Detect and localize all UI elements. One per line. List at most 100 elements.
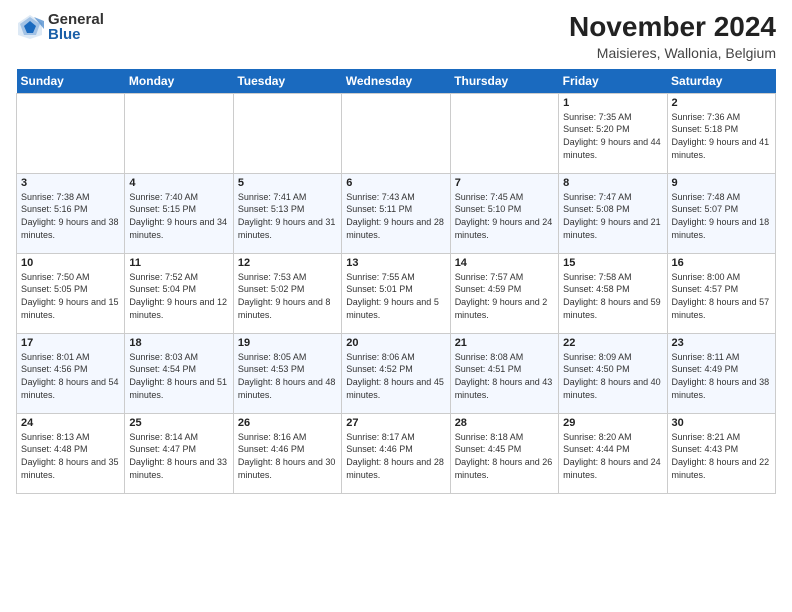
day-info: Sunrise: 8:16 AM Sunset: 4:46 PM Dayligh…	[238, 431, 337, 481]
day-cell	[450, 93, 558, 173]
day-info: Sunrise: 8:18 AM Sunset: 4:45 PM Dayligh…	[455, 431, 554, 481]
logo-blue: Blue	[48, 27, 104, 42]
day-cell	[233, 93, 341, 173]
header-saturday: Saturday	[667, 69, 775, 94]
day-cell: 23 Sunrise: 8:11 AM Sunset: 4:49 PM Dayli…	[667, 333, 775, 413]
date-number: 14	[455, 257, 554, 269]
day-cell	[17, 93, 125, 173]
day-info: Sunrise: 7:43 AM Sunset: 5:11 PM Dayligh…	[346, 191, 445, 241]
header-wednesday: Wednesday	[342, 69, 450, 94]
date-number: 4	[129, 177, 228, 189]
title-block: November 2024 Maisieres, Wallonia, Belgi…	[569, 12, 776, 61]
date-number: 7	[455, 177, 554, 189]
date-number: 5	[238, 177, 337, 189]
header-sunday: Sunday	[17, 69, 125, 94]
day-cell: 27Sunrise: 8:17 AM Sunset: 4:46 PM Dayli…	[342, 413, 450, 493]
date-number: 21	[455, 337, 554, 349]
day-info: Sunrise: 8:05 AM Sunset: 4:53 PM Dayligh…	[238, 351, 337, 401]
day-cell: 28 Sunrise: 8:18 AM Sunset: 4:45 PM Dayli…	[450, 413, 558, 493]
day-cell: 4 Sunrise: 7:40 AM Sunset: 5:15 PM Daylig…	[125, 173, 233, 253]
date-number: 13	[346, 257, 445, 269]
day-info: Sunrise: 8:08 AM Sunset: 4:51 PM Dayligh…	[455, 351, 554, 401]
date-number: 25	[129, 417, 228, 429]
header-thursday: Thursday	[450, 69, 558, 94]
day-info: Sunrise: 7:41 AM Sunset: 5:13 PM Dayligh…	[238, 191, 337, 241]
week-row-1: 3 Sunrise: 7:38 AM Sunset: 5:16 PM Daylig…	[17, 173, 776, 253]
week-row-0: 1 Sunrise: 7:35 AM Sunset: 5:20 PM Daylig…	[17, 93, 776, 173]
date-number: 3	[21, 177, 120, 189]
date-number: 9	[672, 177, 771, 189]
date-number: 11	[129, 257, 228, 269]
day-info: Sunrise: 7:40 AM Sunset: 5:15 PM Dayligh…	[129, 191, 228, 241]
day-info: Sunrise: 7:45 AM Sunset: 5:10 PM Dayligh…	[455, 191, 554, 241]
subtitle: Maisieres, Wallonia, Belgium	[569, 45, 776, 61]
day-info: Sunrise: 8:00 AM Sunset: 4:57 PM Dayligh…	[672, 271, 771, 321]
day-info: Sunrise: 8:21 AM Sunset: 4:43 PM Dayligh…	[672, 431, 771, 481]
day-cell: 1 Sunrise: 7:35 AM Sunset: 5:20 PM Daylig…	[559, 93, 667, 173]
day-cell: 2Sunrise: 7:36 AM Sunset: 5:18 PM Daylig…	[667, 93, 775, 173]
day-cell: 22Sunrise: 8:09 AM Sunset: 4:50 PM Dayli…	[559, 333, 667, 413]
header-row: Sunday Monday Tuesday Wednesday Thursday…	[17, 69, 776, 94]
header-tuesday: Tuesday	[233, 69, 341, 94]
calendar-body: 1 Sunrise: 7:35 AM Sunset: 5:20 PM Daylig…	[17, 93, 776, 493]
day-info: Sunrise: 7:48 AM Sunset: 5:07 PM Dayligh…	[672, 191, 771, 241]
page-header: General Blue November 2024 Maisieres, Wa…	[16, 12, 776, 61]
day-cell: 18Sunrise: 8:03 AM Sunset: 4:54 PM Dayli…	[125, 333, 233, 413]
day-info: Sunrise: 7:36 AM Sunset: 5:18 PM Dayligh…	[672, 111, 771, 161]
day-cell: 19 Sunrise: 8:05 AM Sunset: 4:53 PM Dayli…	[233, 333, 341, 413]
day-cell: 3 Sunrise: 7:38 AM Sunset: 5:16 PM Daylig…	[17, 173, 125, 253]
header-friday: Friday	[559, 69, 667, 94]
day-cell: 24 Sunrise: 8:13 AM Sunset: 4:48 PM Dayli…	[17, 413, 125, 493]
day-cell: 6Sunrise: 7:43 AM Sunset: 5:11 PM Daylig…	[342, 173, 450, 253]
date-number: 26	[238, 417, 337, 429]
day-cell: 10Sunrise: 7:50 AM Sunset: 5:05 PM Dayli…	[17, 253, 125, 333]
date-number: 30	[672, 417, 771, 429]
date-number: 16	[672, 257, 771, 269]
day-cell	[342, 93, 450, 173]
day-info: Sunrise: 8:06 AM Sunset: 4:52 PM Dayligh…	[346, 351, 445, 401]
day-info: Sunrise: 7:47 AM Sunset: 5:08 PM Dayligh…	[563, 191, 662, 241]
day-info: Sunrise: 8:01 AM Sunset: 4:56 PM Dayligh…	[21, 351, 120, 401]
date-number: 23	[672, 337, 771, 349]
date-number: 17	[21, 337, 120, 349]
date-number: 12	[238, 257, 337, 269]
day-cell: 8 Sunrise: 7:47 AM Sunset: 5:08 PM Daylig…	[559, 173, 667, 253]
day-info: Sunrise: 8:13 AM Sunset: 4:48 PM Dayligh…	[21, 431, 120, 481]
date-number: 1	[563, 97, 662, 109]
calendar-header: Sunday Monday Tuesday Wednesday Thursday…	[17, 69, 776, 94]
date-number: 28	[455, 417, 554, 429]
day-cell: 30 Sunrise: 8:21 AM Sunset: 4:43 PM Dayli…	[667, 413, 775, 493]
day-cell: 17 Sunrise: 8:01 AM Sunset: 4:56 PM Dayli…	[17, 333, 125, 413]
logo: General Blue	[16, 12, 104, 42]
date-number: 15	[563, 257, 662, 269]
day-info: Sunrise: 8:17 AM Sunset: 4:46 PM Dayligh…	[346, 431, 445, 481]
day-info: Sunrise: 8:09 AM Sunset: 4:50 PM Dayligh…	[563, 351, 662, 401]
logo-general: General	[48, 12, 104, 27]
day-info: Sunrise: 7:57 AM Sunset: 4:59 PM Dayligh…	[455, 271, 554, 321]
week-row-3: 17 Sunrise: 8:01 AM Sunset: 4:56 PM Dayli…	[17, 333, 776, 413]
date-number: 19	[238, 337, 337, 349]
day-info: Sunrise: 7:55 AM Sunset: 5:01 PM Dayligh…	[346, 271, 445, 321]
day-info: Sunrise: 7:35 AM Sunset: 5:20 PM Dayligh…	[563, 111, 662, 161]
date-number: 18	[129, 337, 228, 349]
day-cell: 5 Sunrise: 7:41 AM Sunset: 5:13 PM Daylig…	[233, 173, 341, 253]
header-monday: Monday	[125, 69, 233, 94]
day-cell: 26 Sunrise: 8:16 AM Sunset: 4:46 PM Dayli…	[233, 413, 341, 493]
calendar-container: General Blue November 2024 Maisieres, Wa…	[0, 0, 792, 612]
day-info: Sunrise: 7:52 AM Sunset: 5:04 PM Dayligh…	[129, 271, 228, 321]
day-info: Sunrise: 7:53 AM Sunset: 5:02 PM Dayligh…	[238, 271, 337, 321]
day-cell: 15Sunrise: 7:58 AM Sunset: 4:58 PM Dayli…	[559, 253, 667, 333]
day-cell: 12 Sunrise: 7:53 AM Sunset: 5:02 PM Dayli…	[233, 253, 341, 333]
day-info: Sunrise: 8:11 AM Sunset: 4:49 PM Dayligh…	[672, 351, 771, 401]
day-cell: 29Sunrise: 8:20 AM Sunset: 4:44 PM Dayli…	[559, 413, 667, 493]
day-info: Sunrise: 7:38 AM Sunset: 5:16 PM Dayligh…	[21, 191, 120, 241]
date-number: 20	[346, 337, 445, 349]
day-cell	[125, 93, 233, 173]
day-cell: 20 Sunrise: 8:06 AM Sunset: 4:52 PM Dayli…	[342, 333, 450, 413]
day-cell: 9 Sunrise: 7:48 AM Sunset: 5:07 PM Daylig…	[667, 173, 775, 253]
week-row-4: 24 Sunrise: 8:13 AM Sunset: 4:48 PM Dayli…	[17, 413, 776, 493]
date-number: 24	[21, 417, 120, 429]
date-number: 10	[21, 257, 120, 269]
main-title: November 2024	[569, 12, 776, 43]
date-number: 8	[563, 177, 662, 189]
